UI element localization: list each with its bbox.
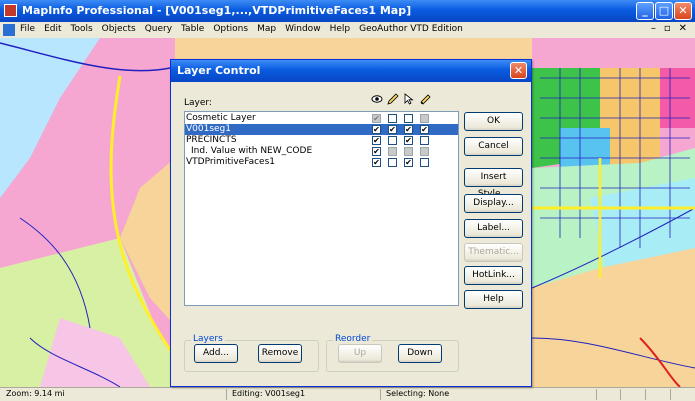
layer-control-dialog: Layer Control ✕ Layer: Cosmetic LayerV00… (170, 59, 532, 387)
visible-checkbox[interactable] (372, 136, 381, 145)
help-button[interactable]: Help (464, 290, 523, 309)
menu-item-table[interactable]: Table (181, 24, 204, 34)
reorder-group-title: Reorder (333, 334, 373, 344)
visible-checkbox[interactable] (372, 158, 381, 167)
menu-item-file[interactable]: File (20, 24, 35, 34)
editable-icon (387, 93, 399, 105)
selectable-checkbox[interactable] (404, 114, 413, 123)
autolabel-icon (420, 94, 431, 105)
layers-group-title: Layers (191, 334, 225, 344)
zoom-status: Zoom: 9.14 mi (6, 389, 65, 398)
autolabel-checkbox[interactable] (420, 158, 429, 167)
minimize-button[interactable]: _ (636, 2, 654, 20)
editable-checkbox[interactable] (388, 114, 397, 123)
close-button[interactable]: ✕ (674, 2, 692, 20)
menu-item-objects[interactable]: Objects (102, 24, 136, 34)
mapinfo-app-icon[interactable] (4, 4, 17, 17)
layer-row[interactable]: PRECINCTS (185, 135, 458, 146)
document-icon[interactable] (3, 24, 15, 36)
layer-listbox[interactable]: Cosmetic LayerV001seg1PRECINCTSInd. Valu… (184, 111, 459, 306)
child-window-controls: – ▫ ✕ (651, 23, 687, 34)
move-down-button[interactable]: Down (398, 344, 442, 363)
menu-item-map[interactable]: Map (257, 24, 276, 34)
autolabel-checkbox[interactable] (420, 125, 429, 134)
visible-checkbox (372, 114, 381, 123)
window-title: MapInfo Professional - [V001seg1,...,VTD… (22, 4, 412, 17)
menu-item-tools[interactable]: Tools (71, 24, 93, 34)
ok-button[interactable]: OK (464, 112, 523, 131)
autolabel-checkbox (420, 147, 429, 156)
layer-name: VTDPrimitiveFaces1 (186, 157, 275, 167)
label-button[interactable]: Label... (464, 219, 523, 238)
layer-row[interactable]: Cosmetic Layer (185, 113, 458, 124)
editable-checkbox[interactable] (388, 136, 397, 145)
cancel-button[interactable]: Cancel (464, 137, 523, 156)
dialog-title: Layer Control (177, 64, 261, 77)
layer-name: Cosmetic Layer (186, 113, 256, 123)
editable-checkbox (388, 147, 397, 156)
layer-list-label: Layer: (184, 98, 212, 108)
dialog-title-bar[interactable]: Layer Control ✕ (171, 60, 531, 82)
layer-row[interactable]: V001seg1 (185, 124, 458, 135)
menu-item-geoauthor-vtd-edition[interactable]: GeoAuthor VTD Edition (359, 24, 463, 34)
display-button[interactable]: Display... (464, 194, 523, 213)
hotlink-button[interactable]: HotLink... (464, 266, 523, 285)
selectable-checkbox[interactable] (404, 158, 413, 167)
selectable-checkbox (404, 147, 413, 156)
selecting-status[interactable]: Selecting: None (386, 389, 449, 398)
app-title-bar: MapInfo Professional - [V001seg1,...,VTD… (0, 0, 695, 22)
status-bar: Zoom: 9.14 mi Editing: V001seg1 Selectin… (0, 387, 695, 401)
move-up-button[interactable]: Up (338, 344, 382, 363)
layer-name: V001seg1 (186, 124, 231, 134)
child-minimize-icon[interactable]: – (651, 23, 656, 34)
selectable-checkbox[interactable] (404, 125, 413, 134)
menu-bar: File Edit Tools Objects Query Table Options Map… (0, 22, 695, 39)
autolabel-checkbox (420, 114, 429, 123)
editable-checkbox[interactable] (388, 125, 397, 134)
add-layer-button[interactable]: Add... (194, 344, 238, 363)
menu-item-options[interactable]: Options (213, 24, 248, 34)
menu-item-edit[interactable]: Edit (44, 24, 61, 34)
menu-item-query[interactable]: Query (145, 24, 172, 34)
menu-items: File Edit Tools Objects Query Table Options Map… (20, 24, 463, 34)
autolabel-checkbox[interactable] (420, 136, 429, 145)
visible-icon (371, 95, 383, 103)
menu-item-window[interactable]: Window (285, 24, 321, 34)
selectable-icon (404, 93, 414, 105)
child-restore-icon[interactable]: ▫ (664, 23, 671, 34)
layer-name: PRECINCTS (186, 135, 237, 145)
menu-item-help[interactable]: Help (330, 24, 351, 34)
visible-checkbox[interactable] (372, 125, 381, 134)
visible-checkbox[interactable] (372, 147, 381, 156)
remove-layer-button[interactable]: Remove (258, 344, 302, 363)
editing-status[interactable]: Editing: V001seg1 (232, 389, 305, 398)
layer-name: Ind. Value with NEW_CODE (191, 146, 313, 156)
insert-style-button[interactable]: Insert Style... (464, 168, 523, 199)
child-close-icon[interactable]: ✕ (679, 23, 687, 34)
thematic-button[interactable]: Thematic... (464, 243, 523, 262)
layer-row[interactable]: Ind. Value with NEW_CODE (185, 146, 458, 157)
layer-row[interactable]: VTDPrimitiveFaces1 (185, 157, 458, 168)
maximize-button[interactable]: □ (655, 2, 673, 20)
selectable-checkbox[interactable] (404, 136, 413, 145)
dialog-close-button[interactable]: ✕ (510, 62, 527, 79)
editable-checkbox[interactable] (388, 158, 397, 167)
